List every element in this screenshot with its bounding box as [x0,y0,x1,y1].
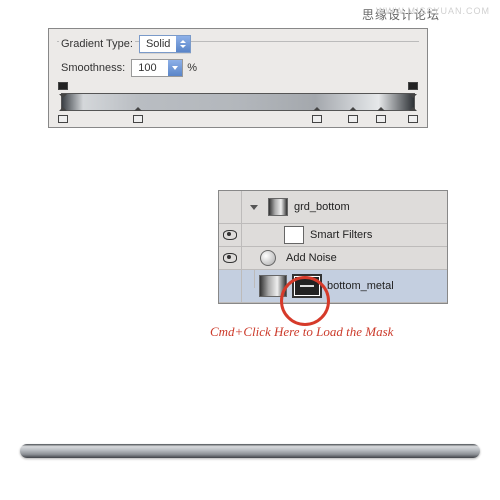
visibility-toggle[interactable] [219,247,242,269]
color-stop[interactable] [312,111,322,123]
percent-sign: % [187,62,197,74]
eye-icon [223,253,237,263]
layer-thumbnail[interactable] [268,198,288,216]
visibility-toggle[interactable] [219,270,242,302]
add-noise-label: Add Noise [286,252,337,264]
watermark-url: WWW.MISSYUAN.COM [376,6,490,16]
layer-thumbnail[interactable] [259,275,287,297]
filter-mask-thumbnail[interactable] [284,226,304,244]
filter-effect-icon [260,250,276,266]
color-stop[interactable] [348,111,358,123]
visibility-toggle[interactable] [219,191,242,223]
layer-row-add-noise[interactable]: Add Noise [219,247,447,270]
layer-row-grd-bottom[interactable]: grd_bottom [219,191,447,224]
smoothness-value: 100 [132,62,168,74]
gradient-editor-panel: Gradient Type: Solid Smoothness: 100 % [48,28,428,128]
bottom-metal-label: bottom_metal [327,280,394,292]
gradient-type-value: Solid [140,38,176,50]
layers-panel: grd_bottom Smart Filters Add Noise botto… [218,190,448,304]
gradient-type-select[interactable]: Solid [139,35,191,53]
opacity-stop[interactable] [408,82,418,94]
link-column[interactable] [242,270,255,288]
color-stop[interactable] [58,111,68,123]
color-stop[interactable] [133,111,143,123]
instruction-text: Cmd+Click Here to Load the Mask [210,324,393,340]
visibility-toggle[interactable] [219,224,242,246]
smoothness-label: Smoothness: [59,62,127,74]
updown-arrows-icon [176,36,190,52]
layer-row-smart-filters[interactable]: Smart Filters [219,224,447,247]
layer-row-bottom-metal[interactable]: bottom_metal [219,270,447,303]
metal-bar-preview [20,444,480,458]
layer-name-label: grd_bottom [294,201,350,213]
layer-mask-thumbnail[interactable] [293,275,321,297]
gradient-preview-bar[interactable] [61,93,415,111]
opacity-stop[interactable] [58,82,68,94]
eye-icon [223,230,237,240]
dropdown-arrow-icon [168,60,182,76]
disclosure-triangle-icon[interactable] [250,205,258,210]
gradient-type-label: Gradient Type: [59,38,135,50]
color-stop[interactable] [408,111,418,123]
smart-filters-label: Smart Filters [310,229,372,241]
color-stop[interactable] [376,111,386,123]
smoothness-input[interactable]: 100 [131,59,183,77]
gradient-track-area [59,83,417,127]
